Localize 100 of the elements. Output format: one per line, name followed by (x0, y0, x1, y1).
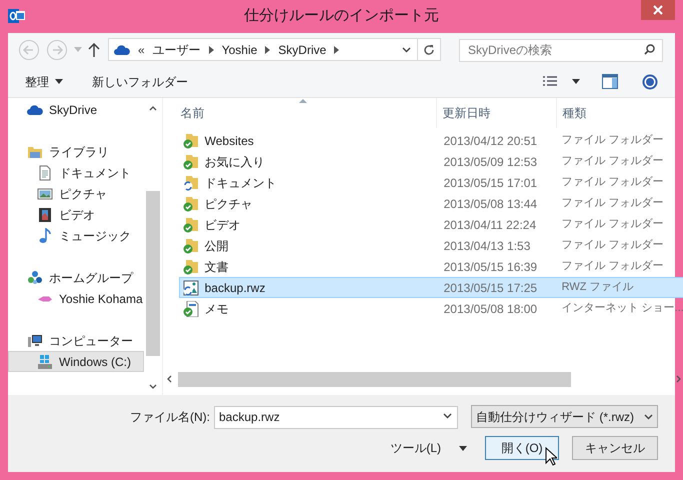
file-row[interactable]: メモ 2013/05/08 18:00 インターネット ショー... (178, 298, 683, 319)
nav-item[interactable]: ピクチャ (8, 183, 144, 204)
file-row[interactable]: Websites 2013/04/12 20:51 ファイル フォルダー (178, 130, 683, 151)
scroll-right-icon[interactable] (676, 375, 681, 383)
chevron-right-icon (334, 46, 340, 54)
file-row[interactable]: 文書 2013/05/15 16:39 ファイル フォルダー (178, 256, 683, 277)
file-name: ドキュメント (204, 174, 277, 192)
synced-folder-icon (182, 258, 199, 274)
syncing-folder-icon (182, 174, 199, 190)
breadcrumb[interactable]: SkyDrive (278, 40, 326, 58)
synced-folder-icon (182, 132, 199, 148)
drive-icon (37, 354, 53, 370)
column-header[interactable]: 名前 (162, 98, 436, 128)
synced-folder-icon (182, 216, 199, 232)
open-button[interactable]: 開く(O) (485, 436, 559, 460)
chevron-down-icon (644, 414, 653, 420)
file-name: 文書 (204, 258, 229, 276)
help-icon[interactable] (642, 74, 658, 90)
modified-date: 2013/04/11 22:24 (442, 216, 538, 234)
modified-date: 2013/05/08 13:44 (442, 196, 538, 212)
search-field[interactable]: SkyDriveの検索 (459, 38, 663, 62)
view-list-icon[interactable] (542, 76, 558, 88)
file-name: 公開 (204, 238, 229, 254)
scroll-down-icon[interactable] (148, 384, 157, 389)
image-file-icon (182, 280, 199, 296)
cancel-button[interactable]: キャンセル (572, 436, 658, 460)
file-type: インターネット ショー... (560, 301, 683, 316)
up-arrow-icon[interactable] (88, 42, 100, 56)
file-name: ビデオ (204, 216, 241, 234)
close-button[interactable] (641, 0, 675, 20)
file-type-dropdown[interactable]: 自動仕分けウィザード (*.rwz) (471, 405, 658, 428)
nav-item[interactable]: Windows (C:) (8, 351, 144, 372)
nav-item[interactable]: ライブラリ (8, 141, 144, 162)
file-type: ファイル フォルダー (560, 133, 664, 148)
breadcrumb[interactable]: Yoshie (222, 40, 258, 58)
picture-icon (37, 186, 53, 202)
nav-item[interactable]: ホームグループ (8, 267, 144, 288)
overflow-marker: « (138, 42, 145, 58)
file-type: ファイル フォルダー (560, 217, 664, 232)
nav-item[interactable]: ビデオ (8, 204, 144, 225)
homegroup-icon (27, 270, 43, 286)
breadcrumb[interactable]: ユーザー (152, 40, 201, 58)
file-type: ファイル フォルダー (560, 196, 664, 212)
nav-item[interactable]: Yoshie Kohama (8, 288, 144, 309)
file-row[interactable]: ピクチャ 2013/05/08 13:44 ファイル フォルダー (178, 193, 683, 214)
chevron-down-icon (443, 413, 452, 419)
address-bar[interactable]: « ユーザー Yoshie SkyDrive (108, 38, 441, 61)
column-header[interactable]: 種類 (556, 98, 683, 128)
scroll-thumb[interactable] (178, 372, 571, 386)
scroll-left-icon[interactable] (166, 375, 172, 383)
chevron-down-icon (402, 46, 411, 52)
nav-item[interactable]: ドキュメント (8, 162, 144, 183)
nav-item[interactable]: コンピューター (8, 330, 144, 351)
file-name: メモ (204, 300, 229, 318)
file-type: RWZ ファイル (560, 280, 634, 296)
file-type: ファイル フォルダー (560, 259, 664, 274)
file-name: ピクチャ (204, 196, 253, 212)
column-header[interactable]: 更新日時 (436, 98, 556, 128)
synced-folder-icon (182, 154, 199, 170)
file-row[interactable]: ドキュメント 2013/05/15 17:01 ファイル フォルダー (178, 172, 683, 193)
synced-folder-icon (182, 196, 199, 212)
search-icon (644, 44, 655, 55)
file-name: お気に入り (204, 154, 265, 170)
chevron-right-icon (265, 46, 270, 54)
synced-folder-icon (182, 238, 199, 254)
file-row[interactable]: お気に入り 2013/05/09 12:53 ファイル フォルダー (178, 151, 683, 172)
app-logo-icon (8, 8, 25, 24)
caret-icon (459, 446, 467, 450)
file-type: ファイル フォルダー (560, 238, 664, 254)
tools-menu[interactable]: ツール(L) (390, 439, 467, 457)
window-title: 仕分けルールのインポート元 (244, 6, 439, 26)
nav-item[interactable]: ミュージック (8, 225, 144, 246)
close-icon (653, 5, 663, 15)
file-row[interactable]: backup.rwz 2013/05/15 17:25 RWZ ファイル (178, 277, 683, 298)
modified-date: 2013/05/15 17:01 (442, 174, 538, 192)
shortcut-file-icon (182, 300, 199, 316)
filename-field[interactable]: backup.rwz (214, 406, 458, 428)
refresh-icon[interactable] (423, 44, 435, 56)
chevron-right-icon (208, 46, 214, 54)
modified-date: 2013/05/15 16:39 (442, 258, 538, 276)
modified-date: 2013/05/09 12:53 (442, 154, 538, 170)
caret-icon (55, 79, 63, 84)
view-caret-icon (572, 79, 580, 84)
nav-item[interactable]: SkyDrive (8, 99, 144, 120)
file-name: Websites (204, 132, 254, 150)
file-type: ファイル フォルダー (560, 175, 664, 190)
music-note-icon (37, 228, 53, 244)
scroll-thumb[interactable] (146, 191, 160, 356)
preview-pane-icon[interactable] (602, 74, 618, 89)
file-row[interactable]: 公開 2013/04/13 1:53 ファイル フォルダー (178, 235, 683, 256)
organize-menu[interactable]: 整理 (25, 72, 63, 90)
document-icon (37, 164, 53, 180)
modified-date: 2013/05/08 18:00 (442, 300, 538, 318)
scroll-up-icon[interactable] (148, 106, 157, 111)
modified-date: 2013/04/12 20:51 (442, 132, 538, 150)
new-folder-button[interactable]: 新しいフォルダー (92, 72, 188, 90)
film-icon (37, 206, 53, 222)
file-row[interactable]: ビデオ 2013/04/11 22:24 ファイル フォルダー (178, 214, 683, 235)
file-type: ファイル フォルダー (560, 154, 664, 170)
computer-icon (27, 332, 43, 348)
